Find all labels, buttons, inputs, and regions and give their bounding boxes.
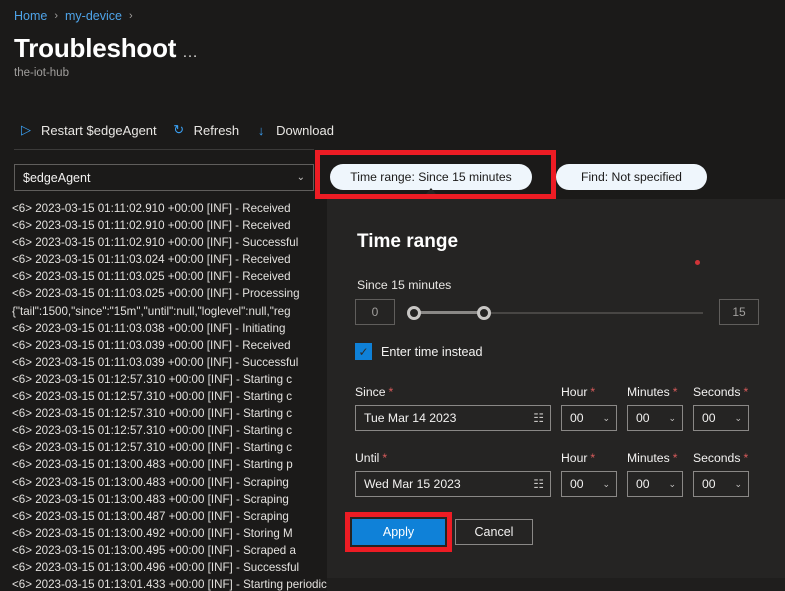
enter-time-instead-checkbox[interactable]: ✓ Enter time instead <box>355 343 483 360</box>
module-selector-dropdown[interactable]: $edgeAgent ⌄ <box>14 164 314 191</box>
until-label: Until* <box>355 451 387 465</box>
checkmark-icon: ✓ <box>355 343 372 360</box>
since-hour-value: 00 <box>570 411 584 425</box>
since-date-value: Tue Mar 14 2023 <box>364 411 456 425</box>
until-seconds-value: 00 <box>702 477 716 491</box>
breadcrumb-item-my-device[interactable]: my-device <box>65 9 122 23</box>
download-label: Download <box>276 123 334 138</box>
restart-edgeagent-button[interactable]: ▷ Restart $edgeAgent <box>14 119 167 141</box>
breadcrumb-separator-icon-2: › <box>129 10 133 22</box>
chevron-down-icon: ⌄ <box>602 480 610 489</box>
breadcrumb-item-home[interactable]: Home <box>14 9 47 23</box>
chevron-down-icon: ⌄ <box>734 414 742 423</box>
slider-track-filled <box>413 311 483 314</box>
find-button[interactable]: Find: Not specified <box>556 164 707 190</box>
since-minutes-select[interactable]: 00 ⌄ <box>627 405 683 431</box>
time-range-button[interactable]: Time range: Since 15 minutes <box>330 164 532 190</box>
command-bar: ▷ Restart $edgeAgent ↻ Refresh ↓ Downloa… <box>14 119 344 141</box>
since-seconds-value: 00 <box>702 411 716 425</box>
until-minutes-select[interactable]: 00 ⌄ <box>627 471 683 497</box>
play-icon: ▷ <box>18 122 34 138</box>
breadcrumb-separator-icon: › <box>54 10 58 22</box>
since-date-input[interactable]: Tue Mar 14 2023 ☷ <box>355 405 551 431</box>
until-hour-value: 00 <box>570 477 584 491</box>
since-minutes-value: 00 <box>636 411 650 425</box>
since-seconds-select[interactable]: 00 ⌄ <box>693 405 749 431</box>
required-marker: * <box>743 385 748 399</box>
download-button[interactable]: ↓ Download <box>249 120 344 141</box>
slider-max-value: 15 <box>719 299 759 325</box>
required-marker: * <box>590 451 595 465</box>
required-marker: * <box>382 451 387 465</box>
since-minutes-label: Minutes* <box>627 385 677 399</box>
until-date-input[interactable]: Wed Mar 15 2023 ☷ <box>355 471 551 497</box>
until-minutes-value: 00 <box>636 477 650 491</box>
download-icon: ↓ <box>253 123 269 138</box>
validation-dot-icon <box>695 260 700 265</box>
flyout-title: Time range <box>357 231 458 253</box>
flyout-footer-strip <box>327 578 785 591</box>
until-minutes-label: Minutes* <box>627 451 677 465</box>
chevron-down-icon: ⌄ <box>734 480 742 489</box>
troubleshoot-page: Home › my-device › Troubleshoot … the-io… <box>0 0 785 591</box>
until-hour-label: Hour* <box>561 451 595 465</box>
page-title: Troubleshoot <box>14 33 176 64</box>
until-seconds-label: Seconds* <box>693 451 748 465</box>
until-hour-select[interactable]: 00 ⌄ <box>561 471 617 497</box>
page-subtitle: the-iot-hub <box>14 67 69 79</box>
chevron-down-icon: ⌄ <box>297 173 305 183</box>
required-marker: * <box>743 451 748 465</box>
time-range-slider[interactable]: 0 15 <box>355 299 759 327</box>
slider-thumb-high[interactable] <box>477 306 491 320</box>
calendar-icon[interactable]: ☷ <box>533 478 544 490</box>
required-marker: * <box>389 385 394 399</box>
refresh-icon: ↻ <box>171 122 187 138</box>
restart-edgeagent-label: Restart $edgeAgent <box>41 123 157 138</box>
slider-thumb-low[interactable] <box>407 306 421 320</box>
more-options-icon[interactable]: … <box>182 44 200 62</box>
cancel-button[interactable]: Cancel <box>455 519 533 545</box>
chevron-down-icon: ⌄ <box>668 480 676 489</box>
calendar-icon[interactable]: ☷ <box>533 412 544 424</box>
since-seconds-label: Seconds* <box>693 385 748 399</box>
since-hour-label: Hour* <box>561 385 595 399</box>
since-label: Since* <box>355 385 393 399</box>
required-marker: * <box>590 385 595 399</box>
since-hour-select[interactable]: 00 ⌄ <box>561 405 617 431</box>
slider-min-value: 0 <box>355 299 395 325</box>
breadcrumb: Home › my-device › <box>14 9 133 23</box>
command-bar-divider <box>14 149 314 150</box>
refresh-button[interactable]: ↻ Refresh <box>167 119 250 141</box>
since-summary-label: Since 15 minutes <box>357 278 451 292</box>
chevron-down-icon: ⌄ <box>668 414 676 423</box>
required-marker: * <box>673 385 678 399</box>
flyout-pointer-icon <box>422 188 440 199</box>
enter-time-instead-label: Enter time instead <box>381 345 483 359</box>
until-seconds-select[interactable]: 00 ⌄ <box>693 471 749 497</box>
refresh-label: Refresh <box>194 123 240 138</box>
required-marker: * <box>673 451 678 465</box>
apply-button[interactable]: Apply <box>352 519 445 545</box>
chevron-down-icon: ⌄ <box>602 414 610 423</box>
module-selector-value: $edgeAgent <box>23 171 90 185</box>
until-date-value: Wed Mar 15 2023 <box>364 477 461 491</box>
